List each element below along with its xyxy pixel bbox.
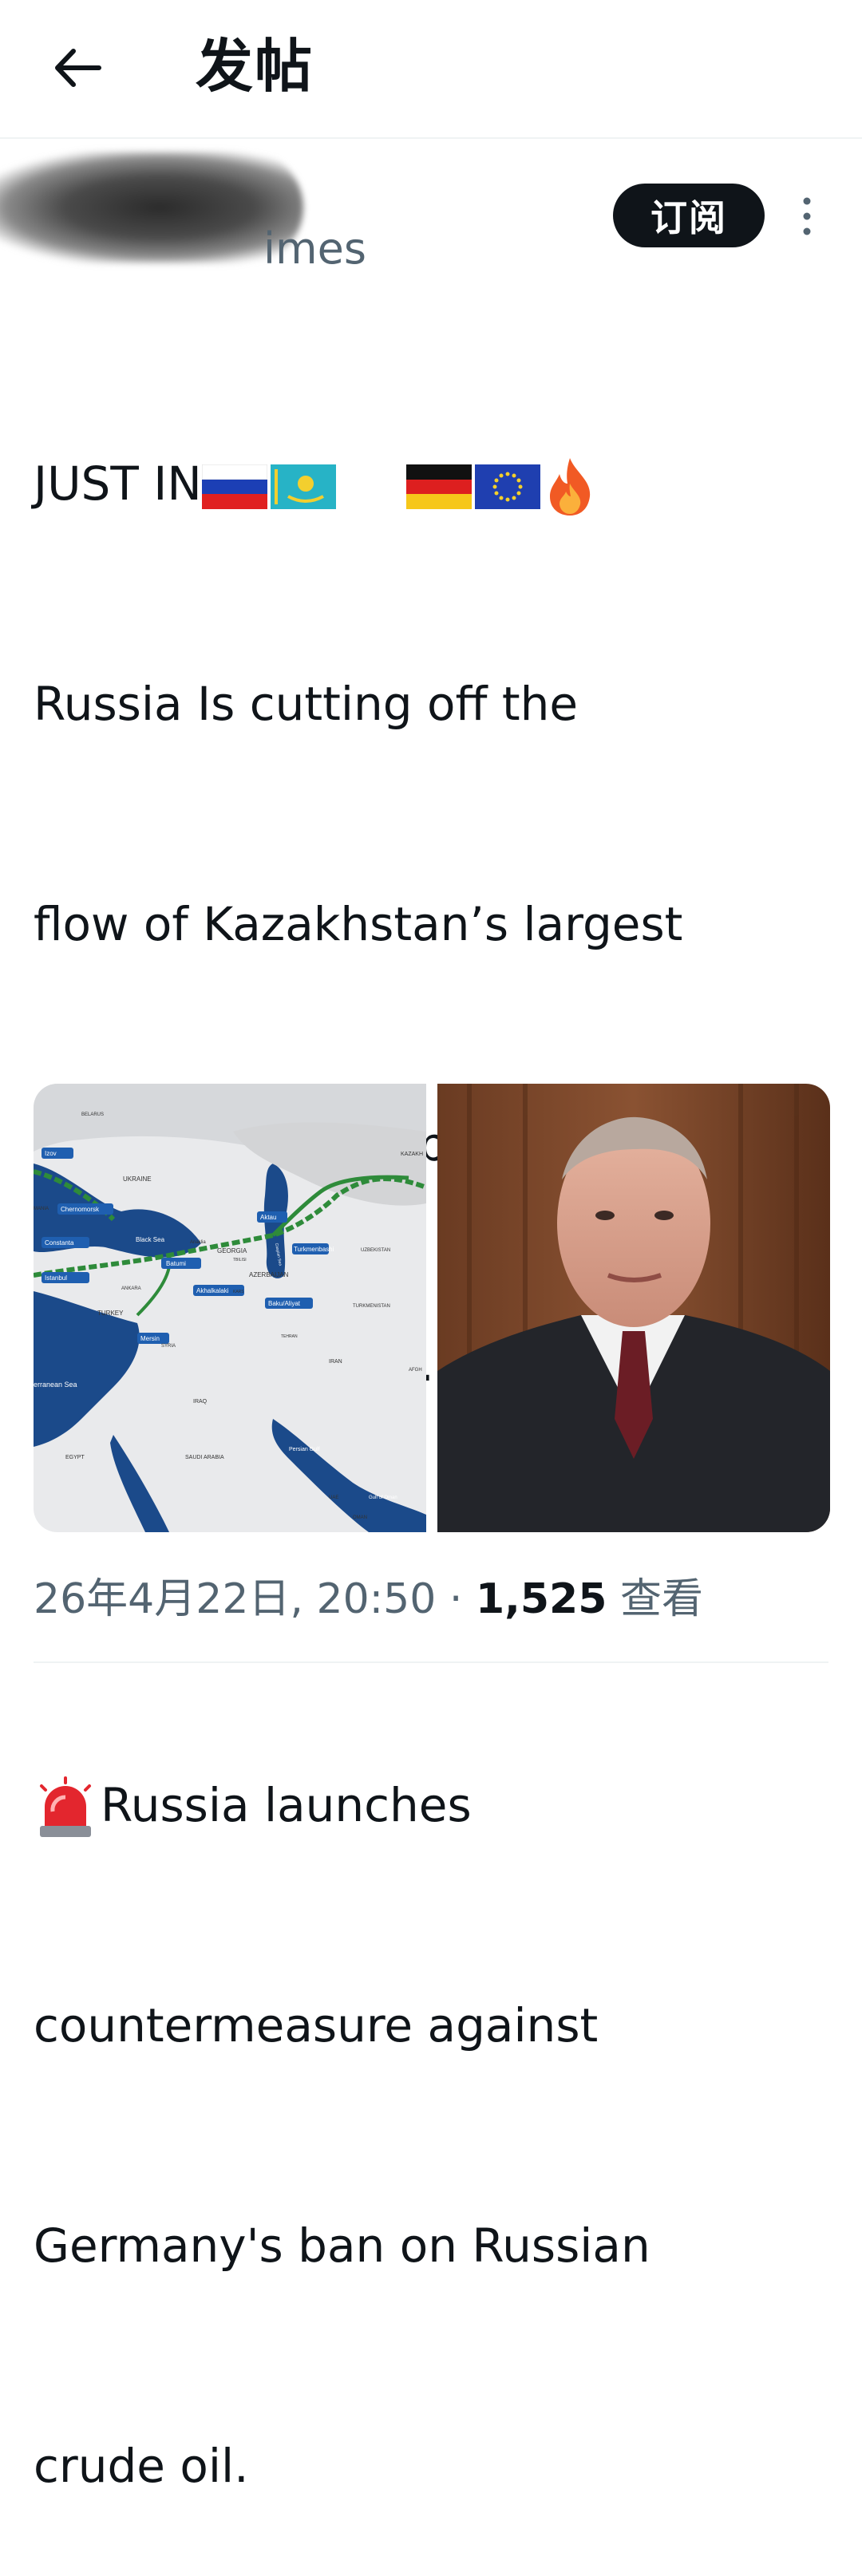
map-label-uzbekistan: UZBEKISTAN [361,1248,390,1253]
tweet-line-9: crude oil. [34,2439,249,2493]
map-label-turkmenbashi: Turkmenbashi [294,1246,334,1253]
flag-germany-icon [405,464,472,509]
map-label-izov: Izov [45,1150,57,1157]
back-arrow-icon[interactable] [49,40,105,96]
portrait-photo[interactable] [437,1084,830,1532]
map-label-egypt: EGYPT [65,1455,85,1460]
pipeline-map-image[interactable]: Izov Chernomorsk Constanta Istanbul Batu… [34,1084,426,1532]
map-label-uae: UAE [329,1495,338,1500]
map-label-turkey: TURKEY [97,1310,124,1317]
map-label-oman: OMAN [353,1515,367,1520]
media-grid: Izov Chernomorsk Constanta Istanbul Batu… [34,1084,830,1532]
map-label-mediterranean: erranean Sea [34,1381,77,1389]
map-label-batumi: Batumi [166,1260,186,1267]
tweet-line-1: JUST IN [34,447,840,520]
map-label-aktau: Aktau [260,1214,276,1221]
map-label-mersin: Mersin [140,1335,160,1342]
flag-kazakhstan-icon [270,464,336,509]
map-label-istanbul: Istanbul [45,1274,67,1282]
more-options-icon[interactable] [795,196,819,236]
blurred-author-name[interactable] [0,152,303,263]
map-label-ukraine: UKRAINE [123,1175,152,1183]
map-label-constanta: Constanta [45,1239,74,1247]
flag-eu-icon [474,464,540,509]
flag-russia-icon [201,464,267,509]
tweet-line-2: Russia Is cutting off the [34,677,579,731]
meta-separator: · [436,1575,476,1623]
tweet-line-7: countermeasure against [34,1998,599,2053]
map-label-saudi: SAUDI ARABIA [185,1455,224,1460]
post-timestamp[interactable]: 26年4月22日, 20:50 [34,1575,436,1623]
author-handle[interactable]: imes [263,223,366,275]
map-label-turkmenistan: TURKMENISTAN [353,1304,390,1309]
subscribe-button[interactable]: 订阅 [613,184,765,247]
map-label-kazakh: KAZAKH [401,1152,423,1157]
map-label-akhalkalaki: Akhalkalaki [196,1287,229,1294]
views-label: 查看 [607,1575,703,1623]
map-label-tbilisi: TBILISI [233,1258,247,1262]
map-label-ankara: ANKARA [121,1286,141,1291]
page-title: 发帖 [196,33,314,100]
map-label-iran: IRAN [329,1359,342,1365]
map-label-belarus: BELARUS [81,1112,104,1117]
views-count: 1,525 [475,1575,607,1623]
top-bar: 发帖 [0,0,862,139]
map-label-iraq: IRAQ [193,1399,208,1405]
map-label-azerbaijan: AZERBAIJAN [249,1271,289,1278]
portrait-illustration [437,1084,830,1532]
tweet-line-3: flow of Kazakhstan’s largest [34,897,683,951]
map-label-kars: KARS [233,1290,244,1294]
tweet-line-8: Germany's ban on Russian [34,2218,650,2273]
tweet-line-6: Russia launches [34,1768,840,1842]
police-light-icon [34,1776,97,1840]
map-label-georgia: GEORGIA [217,1247,247,1254]
map-label-afgh: AFGH [409,1368,422,1373]
map-label-chernomorsk: Chernomorsk [61,1206,100,1213]
divider [34,1661,828,1663]
just-in-label: JUST IN [34,456,202,511]
map-label-anaklia: Anaklia [190,1240,206,1245]
map-label-baku: Baku/Aliyat [268,1300,301,1307]
map-label-romania: MANIA [34,1207,49,1211]
alert-line-text: Russia launches [101,1778,472,1832]
map-label-gulf-of-oman: Gulf of Oman [369,1495,397,1500]
map-label-persian-gulf: Persian Gulf [289,1447,320,1452]
post-metadata: 26年4月22日, 20:50 · 1,525 查看 [34,1567,703,1631]
map-illustration: Izov Chernomorsk Constanta Istanbul Batu… [34,1084,426,1532]
fire-icon [545,456,595,517]
map-label-syria: SYRIA [161,1344,176,1349]
map-label-black-sea: Black Sea [136,1236,165,1243]
map-label-tehran: TEHRAN [281,1334,298,1339]
